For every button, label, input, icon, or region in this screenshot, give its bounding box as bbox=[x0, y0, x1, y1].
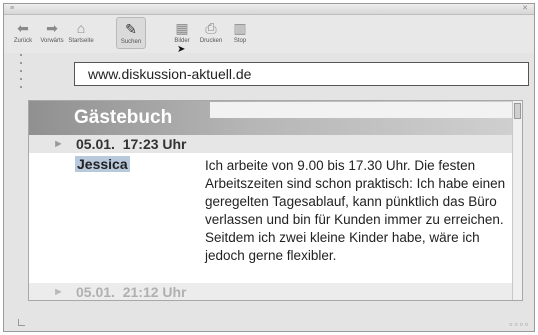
home-button[interactable]: ⌂ Startseite bbox=[66, 19, 96, 45]
status-icons: ▫▫▫▫ bbox=[509, 319, 530, 329]
forward-arrow-icon: ➡ bbox=[46, 20, 58, 36]
page-viewport: Gästebuch ► 05.01. 17:23 Uhr Jessica Ich… bbox=[28, 100, 523, 301]
back-arrow-icon: ⬅ bbox=[17, 20, 29, 36]
address-bar[interactable]: www.diskussion-aktuell.de bbox=[74, 62, 529, 86]
print-icon: ⎙ bbox=[205, 20, 217, 36]
title-bar: ≡ ✕ bbox=[4, 4, 534, 15]
stop-icon: ▥ bbox=[233, 20, 247, 36]
entry-date: 05.01. 17:23 Uhr bbox=[76, 136, 187, 152]
search-icon: ✎ bbox=[125, 21, 137, 37]
back-label: Zurück bbox=[13, 38, 33, 44]
home-label: Startseite bbox=[68, 38, 94, 44]
play-arrow-icon: ► bbox=[53, 286, 64, 298]
stop-button[interactable]: ▥ Stop bbox=[225, 19, 255, 45]
url-text: www.diskussion-aktuell.de bbox=[88, 66, 252, 82]
entry-date: 05.01. 21:12 Uhr bbox=[76, 284, 187, 300]
forward-button[interactable]: ➡ Vorwärts bbox=[37, 19, 67, 45]
search-label: Suchen bbox=[120, 39, 142, 45]
resize-corner-icon[interactable] bbox=[18, 319, 25, 326]
page-title: Gästebuch bbox=[74, 107, 173, 128]
back-button[interactable]: ⬅ Zurück bbox=[8, 19, 38, 45]
status-bar: ▫▫▫▫ bbox=[4, 309, 534, 331]
home-icon: ⌂ bbox=[76, 20, 86, 36]
browser-window: ≡ ✕ ⬅ Zurück ➡ Vorwärts ⌂ Startseite ✎ S… bbox=[3, 3, 535, 332]
entry-message: Ich arbeite von 9.00 bis 17.30 Uhr. Die … bbox=[205, 158, 506, 263]
print-button[interactable]: ⎙ Drucken bbox=[196, 19, 226, 45]
forward-label: Vorwärts bbox=[40, 38, 64, 44]
images-button[interactable]: ▦ Bilder bbox=[167, 19, 197, 45]
entry-date-row[interactable]: ► 05.01. 17:23 Uhr bbox=[29, 135, 522, 153]
search-button[interactable]: ✎ Suchen bbox=[116, 17, 146, 49]
vertical-scrollbar[interactable] bbox=[512, 101, 522, 300]
entry-author[interactable]: Jessica bbox=[75, 156, 130, 172]
stop-label: Stop bbox=[233, 38, 247, 44]
mouse-cursor-icon: ➤ bbox=[177, 44, 186, 55]
images-icon: ▦ bbox=[175, 20, 189, 36]
toolbar: ⬅ Zurück ➡ Vorwärts ⌂ Startseite ✎ Suche… bbox=[4, 15, 534, 55]
print-label: Drucken bbox=[199, 38, 223, 44]
header-tab bbox=[210, 102, 522, 118]
scrollbar-thumb[interactable] bbox=[514, 103, 521, 119]
entry-date-row[interactable]: ► 05.01. 21:12 Uhr bbox=[29, 283, 522, 300]
play-arrow-icon: ► bbox=[53, 138, 64, 150]
page-header: Gästebuch bbox=[29, 101, 522, 135]
window-menu-icon[interactable]: ≡ bbox=[10, 5, 14, 13]
window-close-icon[interactable]: ✕ bbox=[522, 5, 528, 13]
toolbar-gripper[interactable] bbox=[20, 54, 22, 94]
